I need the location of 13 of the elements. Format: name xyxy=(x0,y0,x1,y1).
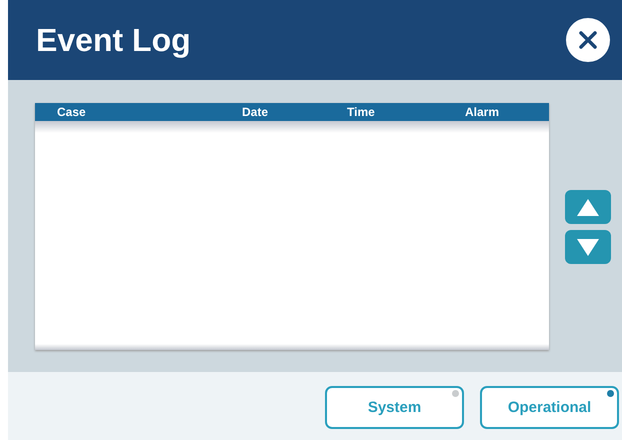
filter-button[interactable]: Operational xyxy=(480,386,619,428)
window-title: Event Log xyxy=(36,22,191,58)
column-header: Alarm xyxy=(465,105,500,119)
column-header: Case xyxy=(57,105,87,119)
scroll-down-button[interactable] xyxy=(565,230,611,264)
close-icon xyxy=(579,31,597,49)
up-triangle-icon xyxy=(577,198,599,216)
filter-button[interactable]: System xyxy=(325,386,464,428)
column-header: Time xyxy=(347,105,376,119)
close-button[interactable] xyxy=(566,18,610,62)
down-triangle-icon xyxy=(577,238,599,256)
column-header: Date xyxy=(242,105,270,119)
scroll-up-button[interactable] xyxy=(565,190,611,224)
